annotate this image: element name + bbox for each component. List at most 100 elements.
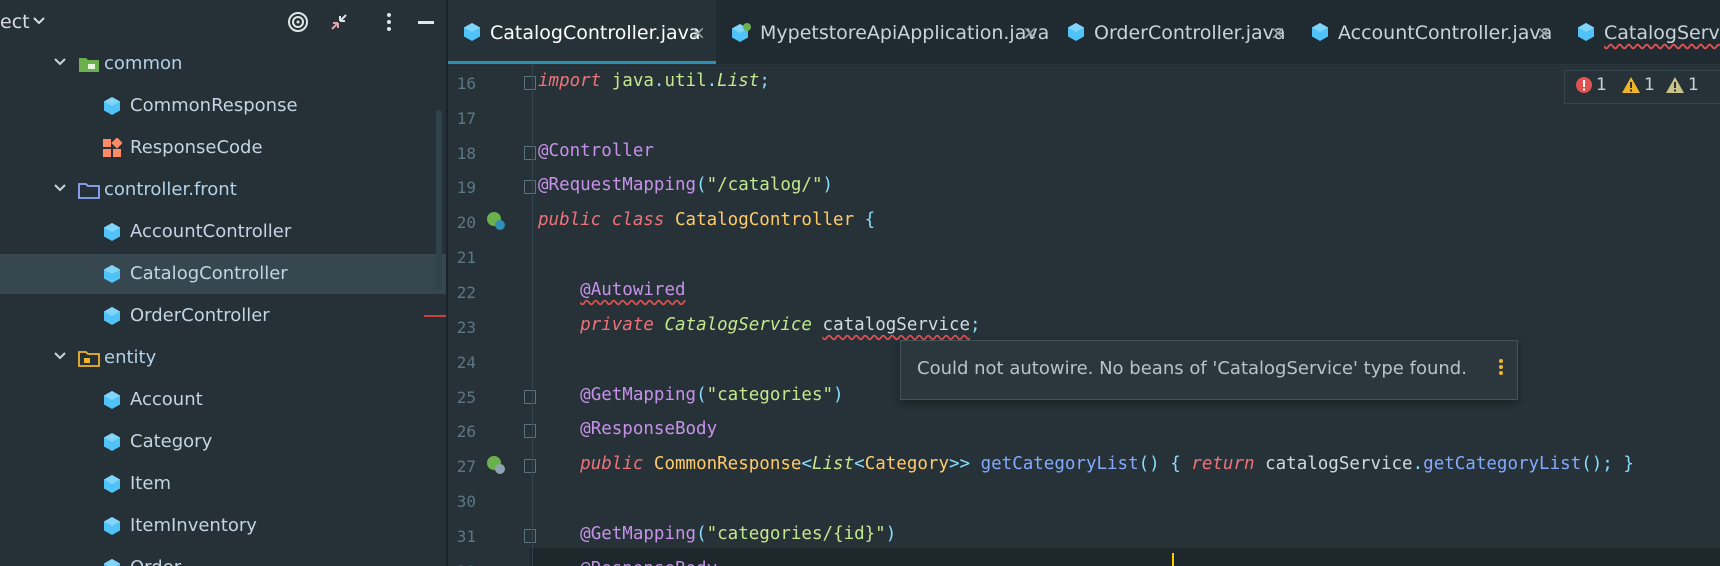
tree-item-label: Item — [130, 473, 171, 494]
chevron-down-icon[interactable] — [52, 54, 68, 70]
spring-mapping-gutter-icon[interactable] — [486, 455, 506, 479]
code-line[interactable]: public CommonResponse<List<Category>> ge… — [538, 454, 1634, 474]
editor-tabs: CatalogController.java × MypetstoreApiAp… — [448, 0, 1720, 65]
tab-accountcontroller[interactable]: AccountController.java × — [1296, 0, 1562, 64]
inspection-widget[interactable]: 1 1 1 — [1564, 70, 1720, 104]
code-line[interactable]: @ResponseBody — [538, 419, 717, 439]
hide-panel-icon[interactable] — [412, 8, 440, 36]
warning-count[interactable]: 1 — [1621, 75, 1655, 95]
tab-mypetstoreapiapplication[interactable]: MypetstoreApiApplication.java × — [716, 0, 1052, 64]
code-line[interactable]: import java.util.List; — [538, 71, 770, 91]
tree-item-responsecode[interactable]: ResponseCode — [0, 128, 446, 168]
tree-item-accountcontroller[interactable]: AccountController — [0, 212, 446, 252]
tab-label: CatalogController.java — [490, 22, 701, 44]
code-line[interactable]: @GetMapping("categories/{id}") — [538, 524, 896, 544]
error-count[interactable]: 1 — [1575, 75, 1607, 95]
fold-marker-icon[interactable] — [524, 390, 536, 404]
tree-item-label: entity — [104, 347, 157, 368]
code-line[interactable]: @RequestMapping("/catalog/") — [538, 175, 833, 195]
tree-item-entity[interactable]: entity — [0, 338, 446, 378]
enum-icon — [102, 137, 123, 158]
tab-label: CatalogServ — [1604, 22, 1720, 44]
line-number: 26 — [456, 422, 476, 441]
package-folder-icon — [78, 180, 100, 200]
spring-bean-gutter-icon[interactable] — [486, 211, 506, 235]
line-number: 18 — [456, 144, 476, 163]
class-icon — [102, 306, 122, 326]
class-icon — [102, 222, 122, 242]
fold-marker-icon[interactable] — [524, 459, 536, 473]
tree-item-catalogcontroller[interactable]: CatalogController — [0, 254, 446, 294]
line-number: 25 — [456, 388, 476, 407]
fold-marker-icon[interactable] — [524, 529, 536, 543]
fold-marker-icon[interactable] — [524, 76, 536, 90]
chevron-down-icon[interactable] — [32, 10, 46, 34]
line-number: 30 — [456, 492, 476, 511]
scrollbar-thumb[interactable] — [436, 110, 442, 290]
tree-item-label: AccountController — [130, 221, 292, 242]
line-number: 19 — [456, 178, 476, 197]
close-icon[interactable]: × — [1022, 22, 1038, 44]
class-icon — [1066, 22, 1088, 44]
tab-catalogcontroller[interactable]: CatalogController.java × — [448, 0, 716, 64]
weak-warning-count[interactable]: 1 — [1665, 75, 1699, 95]
text-caret — [1172, 553, 1174, 566]
line-number: 24 — [456, 353, 476, 372]
line-number: 32 — [448, 562, 476, 566]
line-number: 22 — [456, 283, 476, 302]
tree-item-commonresponse[interactable]: CommonResponse — [0, 86, 446, 126]
tree-item-controller-front[interactable]: controller.front — [0, 170, 446, 210]
class-icon — [102, 390, 122, 410]
close-icon[interactable]: × — [1536, 22, 1552, 44]
fold-marker-icon[interactable] — [524, 180, 536, 194]
class-icon — [102, 516, 122, 536]
tab-label: AccountController.java — [1338, 22, 1553, 44]
class-icon — [102, 558, 122, 566]
fold-marker-icon[interactable] — [524, 424, 536, 438]
fold-marker-icon[interactable] — [524, 146, 536, 160]
tab-label: OrderController.java — [1094, 22, 1286, 44]
error-marker — [424, 315, 446, 317]
tree-item-category[interactable]: Category — [0, 422, 446, 462]
error-icon — [1576, 77, 1592, 93]
tree-item-item[interactable]: Item — [0, 464, 446, 504]
code-line[interactable]: @ResponseBody — [538, 559, 717, 566]
class-icon — [102, 432, 122, 452]
tree-item-label: ResponseCode — [130, 137, 263, 158]
class-icon — [1576, 22, 1598, 44]
more-actions-icon[interactable] — [1497, 357, 1505, 381]
tree-item-account[interactable]: Account — [0, 380, 446, 420]
code-editor[interactable]: 16 17 18 19 20 21 22 23 24 25 26 27 30 3… — [448, 65, 1720, 566]
code-line[interactable]: public class CatalogController { — [538, 210, 875, 230]
code-line[interactable]: @GetMapping("categories") — [538, 385, 843, 405]
warning-icon — [1622, 77, 1640, 93]
tab-ordercontroller[interactable]: OrderController.java × — [1052, 0, 1296, 64]
tab-label: MypetstoreApiApplication.java — [760, 22, 1050, 44]
locate-file-icon[interactable] — [284, 8, 312, 36]
more-options-icon[interactable] — [375, 8, 403, 36]
tooltip-message: Could not autowire. No beans of 'Catalog… — [917, 358, 1467, 379]
tree-item-common[interactable]: common — [0, 44, 446, 84]
tab-catalogservice[interactable]: CatalogServ — [1562, 0, 1720, 64]
close-icon[interactable]: × — [1270, 22, 1286, 44]
class-icon — [102, 474, 122, 494]
project-panel-title[interactable]: ect — [0, 11, 30, 33]
package-folder-icon — [78, 348, 100, 368]
class-icon — [1310, 22, 1332, 44]
tree-item-iteminventory[interactable]: ItemInventory — [0, 506, 446, 546]
line-number: 21 — [456, 248, 476, 267]
tree-item-order[interactable]: Order — [0, 548, 446, 566]
tree-item-label: OrderController — [130, 305, 270, 326]
folder-icon — [78, 54, 99, 74]
chevron-down-icon[interactable] — [52, 180, 68, 196]
code-line[interactable]: private CatalogService catalogService; — [538, 315, 980, 335]
collapse-all-icon[interactable] — [325, 8, 353, 36]
code-line[interactable]: @Controller — [538, 141, 654, 161]
tree-item-label: CatalogController — [130, 263, 288, 284]
code-line[interactable]: @Autowired — [538, 280, 685, 300]
tree-item-ordercontroller[interactable]: OrderController — [0, 296, 446, 336]
line-number: 16 — [456, 74, 476, 93]
close-icon[interactable]: × — [690, 22, 706, 44]
chevron-down-icon[interactable] — [52, 348, 68, 364]
line-number: 17 — [456, 109, 476, 128]
